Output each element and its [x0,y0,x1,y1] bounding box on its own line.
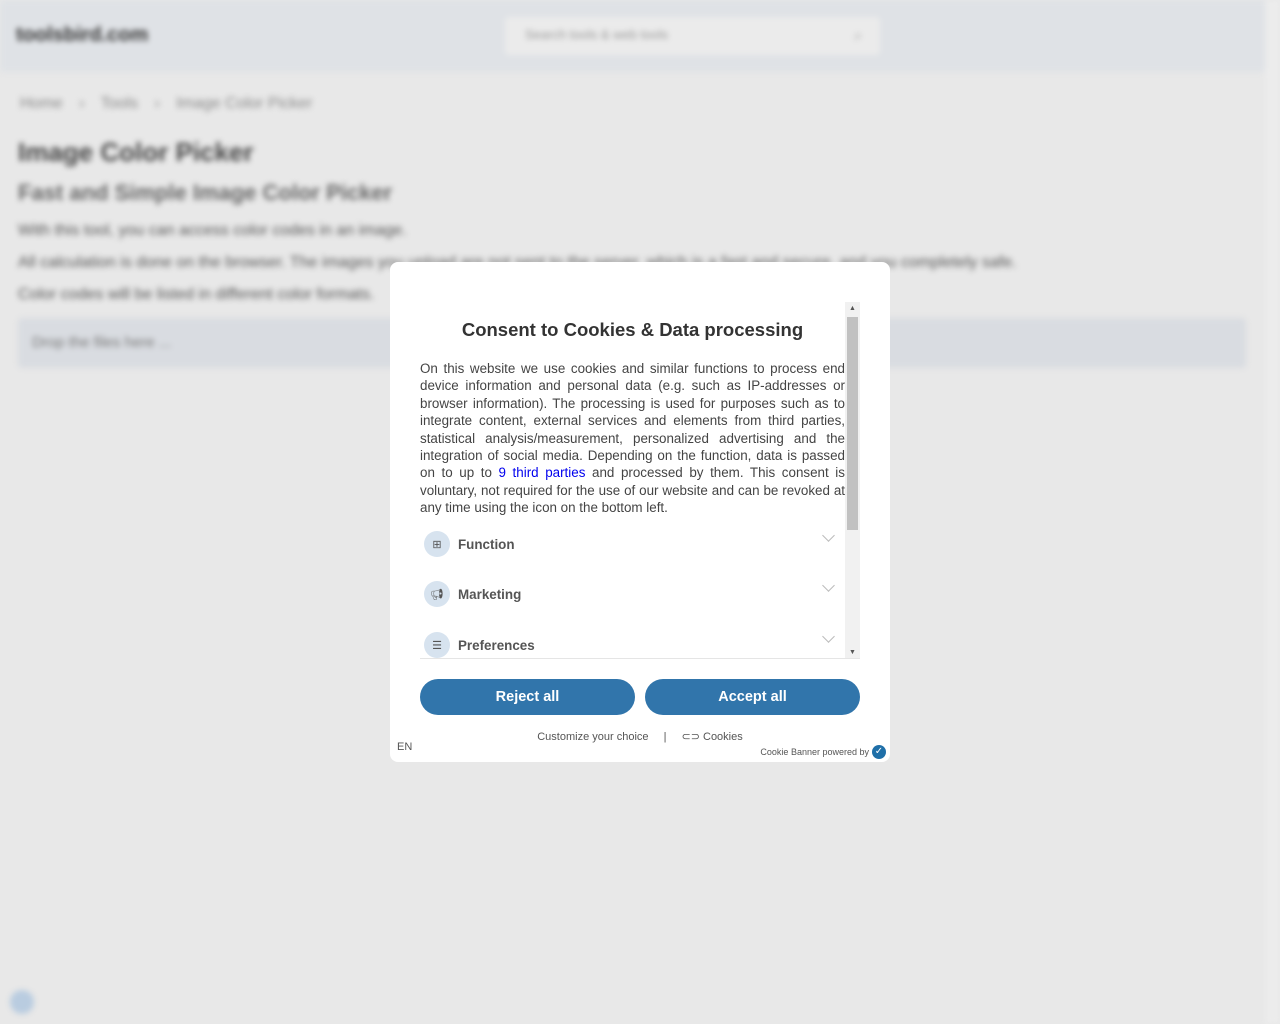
separator: | [663,731,667,743]
cookie-settings-icon[interactable] [10,990,34,1014]
footer-links: Customize your choice | ⊂⊃ Cookies [390,730,890,743]
dialog-scrollbar[interactable]: ▲ ▼ [845,302,860,658]
checkmark-logo-icon: ✓ [872,745,886,759]
category-label: Preferences [458,637,535,653]
page-subtitle: Fast and Simple Image Color Picker [18,180,393,205]
breadcrumb-separator: › [154,95,160,112]
chevron-down-icon[interactable] [822,630,835,643]
scrollbar-thumb[interactable] [847,317,858,530]
accept-all-button[interactable]: Accept all [645,679,860,715]
category-preferences[interactable]: ☰ Preferences [424,630,839,658]
category-label: Function [458,536,515,552]
cookies-link[interactable]: Cookies [703,731,743,743]
search-placeholder: Search tools & web tools [525,27,669,42]
page-scrollbar[interactable] [1265,0,1280,1024]
search-icon[interactable]: ⌕ [854,27,862,44]
megaphone-icon: 📢︎ [424,581,450,607]
customize-choice-link[interactable]: Customize your choice [537,731,648,743]
grid-icon: ⊞ [424,531,450,557]
consent-text: On this website we use cookies and simil… [420,360,845,517]
category-function[interactable]: ⊞ Function [424,529,839,557]
chevron-down-icon[interactable] [822,529,835,542]
powered-by-text: Cookie Banner powered by [760,747,869,757]
page-title: Image Color Picker [18,137,254,167]
language-selector[interactable]: EN [397,741,412,753]
breadcrumb-tools[interactable]: Tools [101,95,138,112]
category-label: Marketing [458,586,522,602]
category-marketing[interactable]: 📢︎ Marketing [424,579,839,607]
scroll-up-icon[interactable]: ▲ [845,305,860,312]
search-input[interactable]: Search tools & web tools ⌕ [505,17,880,55]
third-parties-link[interactable]: 9 third parties [499,465,586,480]
scroll-down-icon[interactable]: ▼ [845,649,860,656]
breadcrumb-current: Image Color Picker [176,95,313,112]
chevron-down-icon[interactable] [822,579,835,592]
logo[interactable]: toolsbird.com [16,24,148,47]
sliders-icon: ☰ [424,632,450,658]
breadcrumb-separator: › [79,95,85,112]
consent-text-part: On this website we use cookies and simil… [420,361,845,481]
powered-by[interactable]: Cookie Banner powered by ✓ [760,745,886,759]
reject-all-button[interactable]: Reject all [420,679,635,715]
dialog-title: Consent to Cookies & Data processing [461,319,804,340]
header: toolsbird.com Search tools & web tools ⌕ [0,0,1265,72]
description: Color codes will be listed in different … [18,286,375,303]
description: With this tool, you can access color cod… [18,222,407,239]
breadcrumb: Home › Tools › Image Color Picker [20,95,324,113]
consent-scroll-area[interactable]: Consent to Cookies & Data processing On … [420,302,860,659]
link-icon: ⊂⊃ [681,731,700,743]
breadcrumb-home[interactable]: Home [20,95,63,112]
cookie-consent-dialog: Consent to Cookies & Data processing On … [390,262,890,762]
